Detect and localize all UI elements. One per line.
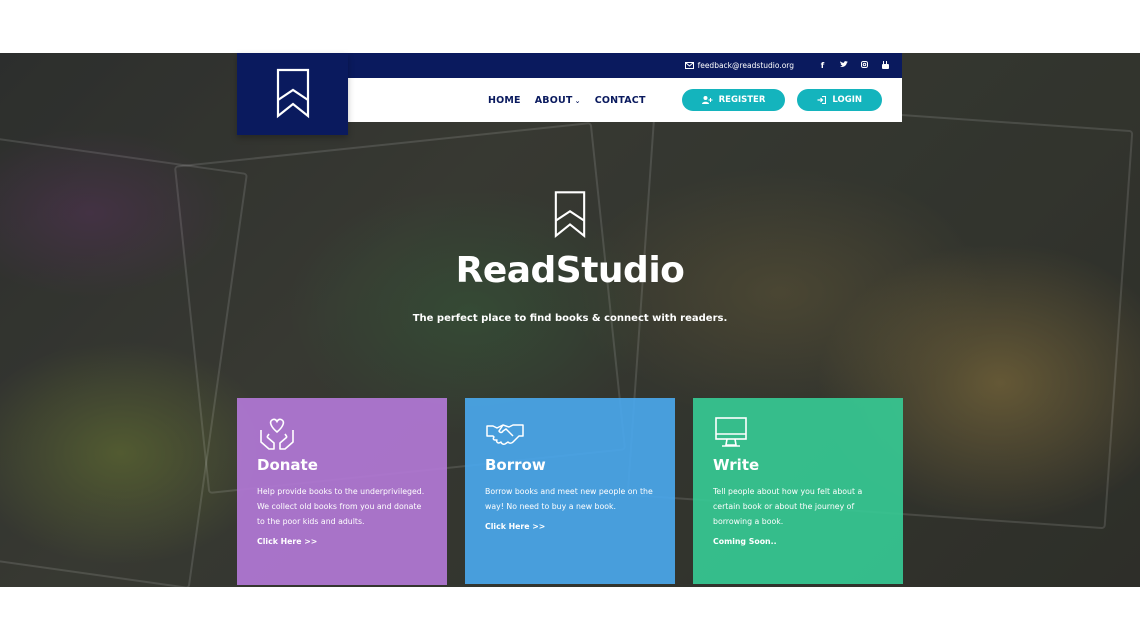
nav-about-label: ABOUT [534, 94, 573, 106]
donate-title: Donate [257, 456, 318, 474]
write-coming-soon: Coming Soon.. [713, 537, 777, 546]
computer-icon [713, 416, 883, 454]
bookmark-hero-icon [554, 191, 586, 238]
write-title: Write [713, 456, 760, 474]
login-button[interactable]: LOGIN [797, 89, 882, 111]
nav-contact[interactable]: CONTACT [595, 95, 646, 106]
hero-title: ReadStudio [455, 250, 685, 291]
handshake-icon [485, 416, 655, 454]
write-text: Tell people about how you felt about a c… [713, 487, 863, 526]
hero-content: ReadStudio The perfect place to find boo… [0, 190, 1140, 324]
contact-email[interactable]: feedback@readstudio.org [684, 61, 794, 70]
borrow-click-here-link[interactable]: Click Here >> [485, 522, 545, 531]
chevron-down-icon: ⌄ [574, 96, 581, 105]
mail-icon [684, 62, 694, 69]
contact-email-text: feedback@readstudio.org [697, 61, 794, 70]
donate-text: Help provide books to the underprivilege… [257, 487, 425, 526]
nav-home[interactable]: HOME [488, 95, 521, 106]
facebook-icon[interactable]: f [818, 61, 827, 70]
add-user-icon [701, 96, 713, 104]
borrow-text: Borrow books and meet new people on the … [485, 487, 653, 511]
donate-click-here-link[interactable]: Click Here >> [257, 537, 317, 546]
write-card: Write Tell people about how you felt abo… [693, 398, 903, 584]
sign-in-icon [817, 96, 827, 104]
nav-about[interactable]: ABOUT ⌄ [535, 95, 581, 106]
login-label: LOGIN [832, 95, 862, 105]
site-logo[interactable] [237, 53, 348, 135]
page: feedback@readstudio.org f HOME ABOUT ⌄ CO… [0, 0, 1140, 642]
instagram-icon[interactable] [860, 61, 869, 70]
hero-subtitle: The perfect place to find books & connec… [412, 313, 728, 324]
youtube-icon[interactable] [881, 60, 890, 71]
donate-card: Donate Help provide books to the underpr… [237, 398, 447, 585]
hand-heart-icon [257, 416, 427, 454]
register-button[interactable]: REGISTER [681, 89, 786, 111]
borrow-title: Borrow [485, 456, 546, 474]
borrow-card: Borrow Borrow books and meet new people … [465, 398, 675, 584]
twitter-icon[interactable] [839, 61, 848, 70]
register-label: REGISTER [718, 95, 766, 105]
bookmark-logo-icon [276, 68, 309, 119]
